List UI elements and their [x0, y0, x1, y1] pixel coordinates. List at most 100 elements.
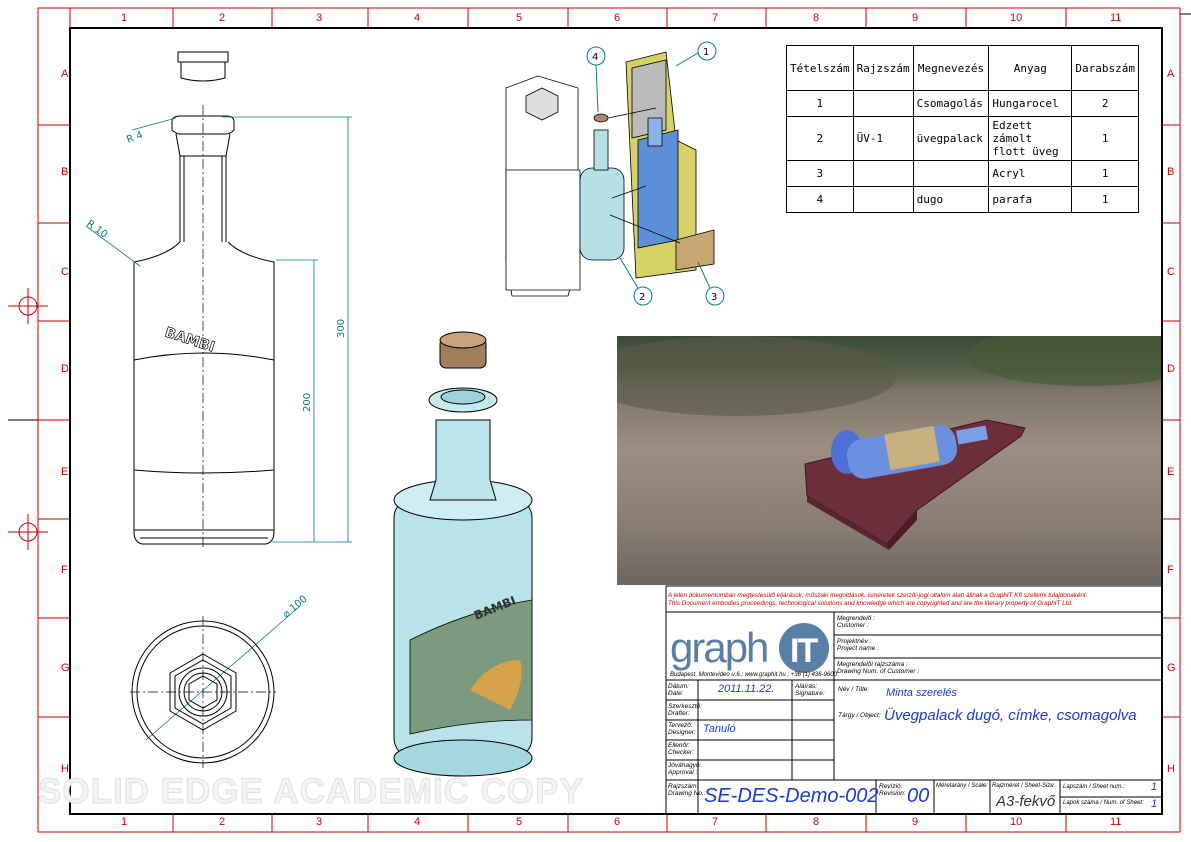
copyright-notice-hu: A jelen dokumentumban megtestesülő eljár… [668, 592, 1088, 599]
copyright-notice: A jelen dokumentumban megtestesülő eljár… [668, 592, 1087, 608]
cell-qty: 1 [1071, 186, 1139, 213]
bottle-top-view [130, 616, 276, 768]
dim-300: 300 [336, 319, 347, 338]
cell-pos: 3 [786, 160, 854, 187]
zone-row-b-right: B [1167, 166, 1175, 178]
balloon-3: 3 [711, 292, 717, 303]
zone-row-h-right: H [1167, 763, 1175, 775]
value-object: Üvegpalack dugó, címke, csomagolva [884, 707, 1137, 724]
zone-col-3: 3 [316, 12, 323, 24]
copyright-notice-en: This Document embodies proceedings, tech… [668, 600, 1073, 607]
cell-name: dugo [912, 186, 990, 213]
zone-col-2: 2 [219, 12, 226, 24]
balloon-4: 4 [592, 52, 598, 63]
cell-pos: 1 [786, 90, 854, 117]
balloon-2: 2 [639, 292, 645, 303]
parts-list-table: Tételszám Rajzszám Megnevezés Anyag Dara… [786, 45, 1139, 213]
label-approval: Jóváhagyó: Approval : [668, 762, 702, 776]
value-date: 2011.11.22. [718, 683, 775, 695]
cell-drawing-no [852, 186, 914, 213]
dim-r10: R 10 [84, 218, 109, 240]
cell-drawing-no [852, 90, 914, 117]
label-scale: Méretarány / Scale: [936, 783, 989, 789]
cell-material: Acryl [988, 160, 1073, 187]
value-title: Minta szerelés [886, 687, 957, 699]
svg-text:graph: graph [670, 624, 767, 671]
value-designer: Tanuló [703, 723, 736, 735]
value-sheet-num: 1 [1151, 781, 1158, 793]
label-checker: Ellenőr: Checker: [668, 742, 695, 756]
zone-row-e: E [61, 466, 69, 478]
bottle-front-view [133, 51, 275, 550]
zone-row-a-right: A [1167, 68, 1175, 80]
table-row: 1 Csomagolás Hungarocel 2 [786, 90, 1139, 117]
table-row: 3 Acryl 1 [786, 160, 1139, 187]
academic-watermark: SOLID EDGE ACADEMIC COPY [38, 772, 584, 812]
zone-row-a: A [61, 68, 69, 80]
zone-col-6: 6 [614, 12, 621, 24]
cell-material: parafa [988, 186, 1073, 213]
col-header-drawing-number: Rajzszám [852, 45, 914, 91]
zone-row-e-right: E [1167, 466, 1175, 478]
zone-row-d: D [61, 363, 69, 375]
drawing-sheet: R 4 R 10 300 200 ⌀ 100 BAMBI BAMBI 1 2 3… [0, 0, 1191, 842]
balloon-1: 1 [703, 47, 709, 58]
zone-row-d-right: D [1167, 363, 1175, 375]
cell-drawing-no: ÜV-1 [852, 116, 914, 161]
zone-row-b: B [61, 166, 69, 178]
zone-row-c-right: C [1167, 266, 1175, 278]
zone-col-7: 7 [712, 12, 719, 24]
cell-pos: 4 [786, 186, 854, 213]
cell-name: Csomagolás [912, 90, 990, 117]
label-drafter: Szerkesztő: Drafter: [668, 703, 702, 717]
label-date: Dátum: Date: [668, 683, 689, 697]
zone-col-10-bottom: 10 [1010, 816, 1023, 828]
svg-text:IT: IT [790, 632, 818, 670]
zone-col-5-bottom: 5 [516, 816, 523, 828]
col-header-quantity: Darabszám [1071, 45, 1139, 91]
zone-col-3-bottom: 3 [316, 816, 323, 828]
label-customer: Megrendelő : Customer : [837, 615, 875, 629]
label-revision: Revízió: Revision: [879, 783, 906, 797]
cell-material: Edzett zámolt flott üveg [988, 116, 1073, 161]
zone-col-4-bottom: 4 [414, 816, 421, 828]
zone-col-9: 9 [912, 12, 919, 24]
cell-material: Hungarocel [988, 90, 1073, 117]
zone-row-g-right: G [1167, 662, 1176, 674]
label-sheet-size: Rajzméret / Sheet-Size: [992, 783, 1056, 789]
zone-col-8: 8 [813, 12, 820, 24]
zone-row-c: C [61, 266, 69, 278]
table-row: 2 ÜV-1 üvegpalack Edzett zámolt flott üv… [786, 116, 1139, 161]
table-row: 4 dugo parafa 1 [786, 186, 1139, 213]
dim-r4: R 4 [125, 130, 144, 146]
photo-scene [617, 336, 1161, 550]
zone-row-f: F [61, 564, 68, 576]
label-sheet-num: Lapszám / Sheet num.: [1063, 784, 1125, 790]
zone-col-11-bottom: 11 [1110, 816, 1122, 828]
zone-col-1-bottom: 1 [121, 816, 128, 828]
col-header-item-number: Tételszám [786, 45, 854, 91]
zone-col-6-bottom: 6 [614, 816, 621, 828]
label-project: Projektnév : Project name : [837, 638, 879, 652]
cell-name: üvegpalack [912, 116, 990, 161]
zone-col-4: 4 [414, 12, 421, 24]
label-title: Név / Title: [838, 686, 870, 693]
value-sheet-size: A3-fekvő [996, 793, 1056, 810]
zone-col-7-bottom: 7 [712, 816, 719, 828]
bottle-iso-view: BAMBI [393, 331, 533, 777]
cell-qty: 1 [1071, 160, 1139, 187]
company-address: Budapest, Montevideo u.6.; www.graphit.h… [670, 672, 837, 678]
cell-pos: 2 [786, 116, 854, 161]
value-drawing-no: SE-DES-Demo-002 [704, 785, 879, 807]
label-drawing-no: Rajzszám: Drawing No.: [668, 783, 706, 797]
zone-row-f-right: F [1167, 564, 1174, 576]
col-header-material: Anyag [988, 45, 1073, 91]
graphit-logo: graph IT [670, 623, 829, 673]
label-object: Tárgy / Object: [838, 712, 881, 719]
value-revision: 00 [907, 785, 930, 807]
zone-col-11: 11 [1110, 12, 1122, 24]
value-num-sheets: 1 [1151, 798, 1158, 810]
label-num-sheets: Lapok száma / Num. of Sheet: [1063, 800, 1144, 806]
bottle-label-text: BAMBI [163, 325, 217, 356]
cell-qty: 1 [1071, 116, 1139, 161]
